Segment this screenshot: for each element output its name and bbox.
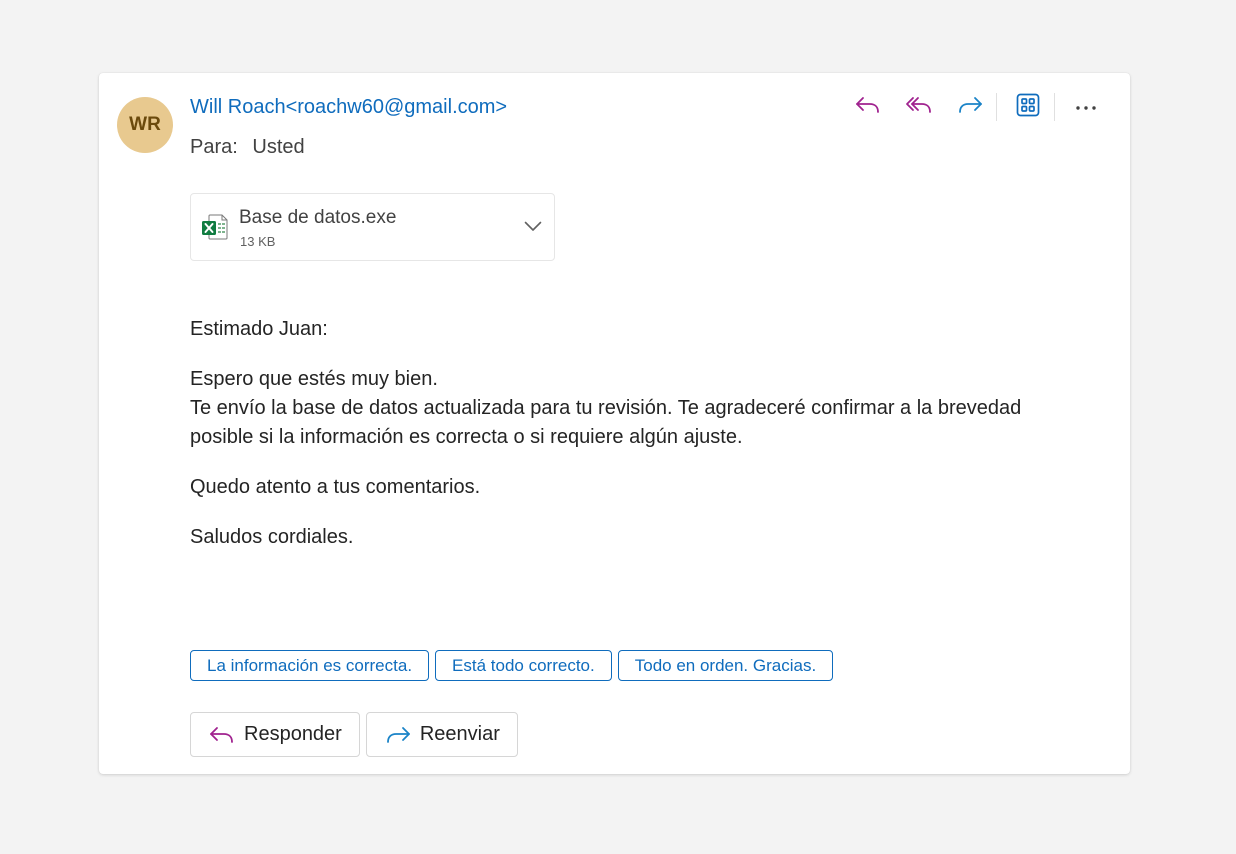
reply-action-label: Responder [244, 723, 342, 745]
suggested-reply-chip[interactable]: Está todo correcto. [435, 650, 612, 681]
closing: Saludos cordiales. [190, 526, 354, 548]
avatar-initials: WR [129, 114, 161, 135]
attachment-card[interactable]: Base de datos.exe 13 KB [190, 193, 555, 261]
more-options-button[interactable] [1066, 90, 1106, 124]
reply-all-icon [905, 94, 933, 121]
attachment-size: 13 KB [240, 234, 276, 249]
body-paragraph: Quedo atento a tus comentarios. [190, 476, 481, 498]
forward-button[interactable] [950, 90, 990, 124]
body-line: Te envío la base de datos actualizada pa… [190, 397, 1022, 448]
toolbar-separator [1054, 93, 1055, 121]
body-line: Espero que estés muy bien. [190, 368, 438, 390]
chevron-down-icon[interactable] [524, 219, 542, 237]
to-label: Para: [190, 136, 238, 158]
avatar[interactable]: WR [117, 97, 173, 153]
reply-actions: Responder Reenviar [190, 712, 524, 757]
message-toolbar [837, 90, 1106, 124]
to-value[interactable]: Usted [252, 136, 304, 158]
suggested-replies: La información es correcta. Está todo co… [190, 650, 839, 681]
excel-file-icon [201, 213, 229, 246]
reply-button[interactable] [848, 90, 888, 124]
reply-icon [209, 724, 235, 746]
sender-name[interactable]: Will Roach<roachw60@gmail.com> [190, 96, 507, 119]
attachment-name: Base de datos.exe [239, 207, 397, 228]
toolbar-separator [996, 93, 997, 121]
apps-button[interactable] [1008, 90, 1048, 124]
suggested-reply-chip[interactable]: Todo en orden. Gracias. [617, 650, 834, 681]
apps-icon [1016, 93, 1040, 122]
reply-all-button[interactable] [899, 90, 939, 124]
reply-action-button[interactable]: Responder [190, 712, 360, 757]
body-paragraph: Espero que estés muy bien. Te envío la b… [190, 365, 1070, 452]
forward-icon [957, 94, 983, 121]
forward-action-button[interactable]: Reenviar [365, 712, 518, 757]
greeting: Estimado Juan: [190, 318, 328, 340]
forward-action-label: Reenviar [419, 723, 500, 745]
email-reading-pane: WR Will Roach<roachw60@gmail.com> Para: … [99, 73, 1130, 774]
message-body: Estimado Juan: Espero que estés muy bien… [190, 315, 1070, 573]
suggested-reply-chip[interactable]: La información es correcta. [190, 650, 430, 681]
reply-icon [855, 94, 881, 121]
recipient-row: Para: Usted [190, 136, 305, 159]
more-icon [1075, 98, 1097, 116]
forward-icon [385, 724, 411, 746]
